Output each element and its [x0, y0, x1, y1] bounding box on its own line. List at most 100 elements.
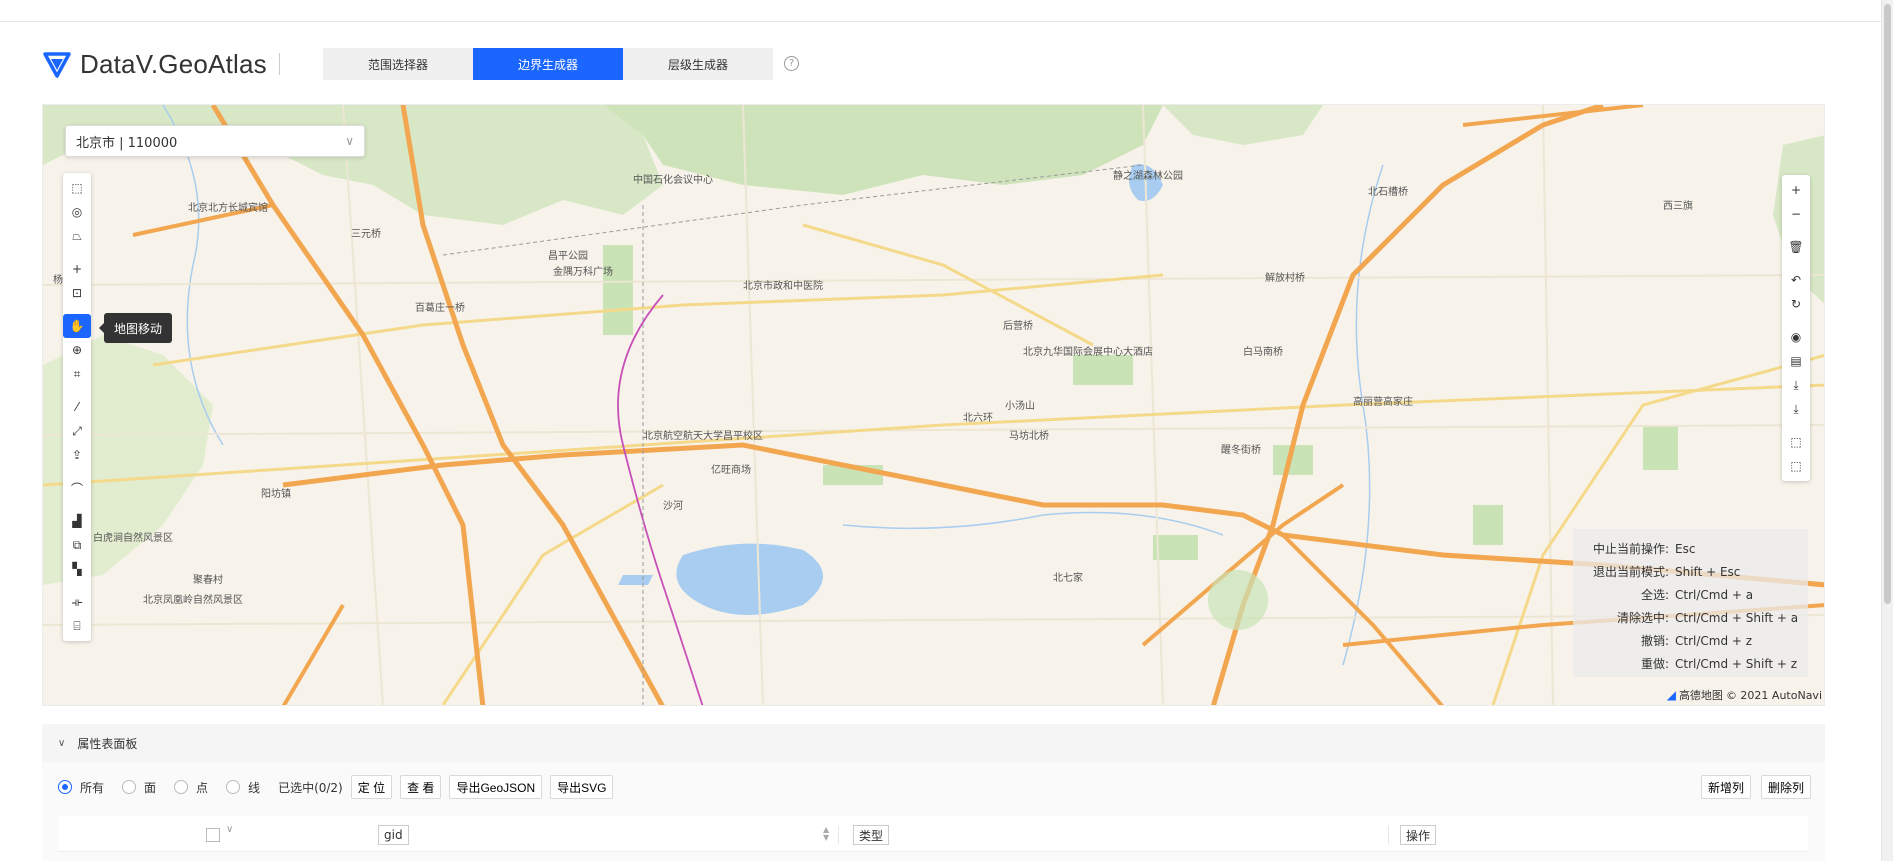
attribute-panel-header[interactable]: ∨ 属性表面板	[42, 724, 1825, 762]
column-header-gid[interactable]: gid	[378, 825, 409, 845]
layer-merge-icon[interactable]: ▚	[63, 557, 91, 581]
radio-dot[interactable]	[122, 780, 137, 794]
brush-select-icon[interactable]: ⊕	[63, 338, 91, 362]
pan-icon[interactable]: ✋	[63, 314, 91, 338]
map-label: 中国石化会议中心	[633, 175, 713, 186]
map-attribution: ◢ 高德地图 © 2021 AutoNavi	[1667, 687, 1822, 703]
column-divider[interactable]	[1388, 826, 1389, 844]
crop-select-icon[interactable]: ⌗	[63, 362, 91, 386]
shortcut-row: 清除选中: Ctrl/Cmd + Shift + a	[1579, 606, 1802, 629]
zoom-in-icon[interactable]: +	[1782, 178, 1810, 202]
scrollbar-thumb[interactable]	[1884, 4, 1891, 604]
shortcut-key: 退出当前模式:	[1592, 565, 1669, 579]
shortcut-row: 重做: Ctrl/Cmd + Shift + z	[1579, 652, 1802, 675]
tab-boundary-generator[interactable]: 边界生成器	[473, 48, 623, 80]
filter-radio-all[interactable]: 所有	[58, 779, 104, 796]
export-svg-button[interactable]: 导出SVG	[550, 775, 614, 799]
app-title: DataV.GeoAtlas	[80, 48, 267, 79]
radio-dot[interactable]	[174, 780, 189, 794]
shortcut-key: 中止当前操作:	[1592, 542, 1669, 556]
focus-icon[interactable]: ⊡	[63, 281, 91, 305]
map-label: 北京凤凰岭自然风景区	[143, 595, 243, 606]
shortcut-key: 清除选中:	[1616, 611, 1669, 625]
shortcut-value: Ctrl/Cmd + z	[1675, 633, 1753, 648]
region-select[interactable]: 北京市 | 110000 ∨	[65, 125, 365, 157]
map-label: 北六环	[963, 413, 993, 424]
download-icon[interactable]: ⤓	[1782, 373, 1810, 397]
delete-icon[interactable]: 🗑	[1782, 235, 1810, 259]
map-label: 北京航空航天大学昌平校区	[643, 431, 763, 442]
view-button[interactable]: 查 看	[400, 775, 442, 799]
export-geojson-button[interactable]: 导出GeoJSON	[449, 775, 543, 799]
map-label: 聚春村	[193, 575, 223, 586]
shortcut-value: Ctrl/Cmd + Shift + a	[1675, 610, 1799, 625]
select-all-checkbox[interactable]	[206, 828, 220, 842]
column-actions: 新增列 删除列	[1691, 775, 1811, 799]
top-bar	[0, 0, 1893, 22]
line-edit-icon[interactable]: ⤢	[63, 419, 91, 443]
chevron-down-icon[interactable]: ∨	[226, 824, 233, 835]
download-alt-icon[interactable]: ⤓	[1782, 397, 1810, 421]
radio-label: 线	[248, 780, 261, 795]
radio-dot[interactable]	[58, 780, 72, 794]
radio-label: 面	[144, 780, 157, 795]
attribute-panel-title: 属性表面板	[77, 736, 138, 751]
shortcut-row: 中止当前操作: Esc	[1579, 537, 1802, 560]
map-label: 静之湖森林公园	[1113, 171, 1183, 182]
line-draw-icon[interactable]: ⁄	[63, 395, 91, 419]
polygon-select-icon[interactable]: ⏢	[63, 224, 91, 248]
shortcut-key: 重做:	[1640, 657, 1669, 671]
map-label: 北京北方长城宾馆	[188, 203, 268, 214]
layer-copy-icon[interactable]: ⧉	[63, 533, 91, 557]
select-all-icon[interactable]: ⬚	[1782, 430, 1810, 454]
split-icon[interactable]: ⟛	[63, 590, 91, 614]
redo-icon[interactable]: ↻	[1782, 292, 1810, 316]
bridge-icon[interactable]: ⌒	[63, 476, 91, 500]
map-label: 三元桥	[351, 229, 381, 240]
map-label: 百葛庄一桥	[415, 303, 465, 314]
tab-level-generator[interactable]: 层级生成器	[623, 48, 773, 80]
attribute-panel-body: 所有 面 点 线 已选中(0/2) 定 位 查 看 导出GeoJSON 导出SV…	[42, 762, 1825, 861]
column-header-type[interactable]: 类型	[853, 825, 890, 845]
radio-dot[interactable]	[226, 780, 241, 794]
amap-logo-icon: ◢	[1666, 688, 1676, 702]
map-canvas[interactable]: 北京市政和中医院 北京九华国际会展中心大酒店 亿旺商场 北京航空航天大学昌平校区…	[42, 104, 1825, 706]
app-header: DataV.GeoAtlas	[42, 46, 280, 82]
filter-radio-polygon[interactable]: 面	[122, 779, 156, 796]
sort-icon[interactable]: ▲ ▼	[823, 826, 829, 842]
tab-range-selector[interactable]: 范围选择器	[323, 48, 473, 80]
radio-label: 点	[196, 780, 209, 795]
copyright-text: © 2021 AutoNavi	[1725, 688, 1822, 702]
chevron-down-icon: ∨	[345, 134, 354, 148]
undo-icon[interactable]: ↶	[1782, 268, 1810, 292]
upload-icon[interactable]: ⇪	[63, 443, 91, 467]
map-label: 北京市政和中医院	[743, 281, 823, 292]
locate-button[interactable]: 定 位	[350, 775, 393, 799]
help-icon[interactable]: ?	[784, 56, 799, 71]
filter-toolbar: 所有 面 点 线 已选中(0/2) 定 位 查 看 导出GeoJSON 导出SV…	[58, 775, 621, 799]
attribute-table-header: ∨ gid ▲ ▼ 类型 操作	[58, 816, 1808, 852]
map-label: 阳坊镇	[261, 489, 291, 500]
rectangle-select-icon[interactable]: ⬚	[63, 176, 91, 200]
column-divider[interactable]	[838, 826, 839, 844]
point-add-icon[interactable]: +	[63, 257, 91, 281]
filter-radio-point[interactable]: 点	[174, 779, 208, 796]
selected-count: 已选中(0/2)	[278, 780, 343, 795]
add-column-button[interactable]: 新增列	[1700, 775, 1751, 799]
delete-column-button[interactable]: 删除列	[1760, 775, 1811, 799]
map-label: 昌平公园	[548, 251, 588, 262]
collapse-icon[interactable]: ∨	[58, 738, 65, 749]
right-map-toolbar: + − 🗑 ↶ ↻ ◉ ▤ ⤓ ⤓ ⬚ ⬚	[1782, 175, 1810, 481]
crop-icon[interactable]: ⌸	[63, 614, 91, 638]
deselect-icon[interactable]: ⬚	[1782, 454, 1810, 478]
filter-radio-line[interactable]: 线	[226, 779, 260, 796]
layer-front-icon[interactable]: ▟	[63, 509, 91, 533]
zoom-out-icon[interactable]: −	[1782, 202, 1810, 226]
shortcut-help-panel: 中止当前操作: Esc 退出当前模式: Shift + Esc 全选: Ctrl/Cm…	[1573, 529, 1808, 677]
file-icon[interactable]: ▤	[1782, 349, 1810, 373]
tool-tooltip: 地图移动	[98, 313, 173, 343]
shortcut-key: 撤销:	[1640, 634, 1669, 648]
circle-select-icon[interactable]: ◎	[63, 200, 91, 224]
vertical-scrollbar[interactable]	[1881, 0, 1893, 861]
locate-icon[interactable]: ◉	[1782, 325, 1810, 349]
